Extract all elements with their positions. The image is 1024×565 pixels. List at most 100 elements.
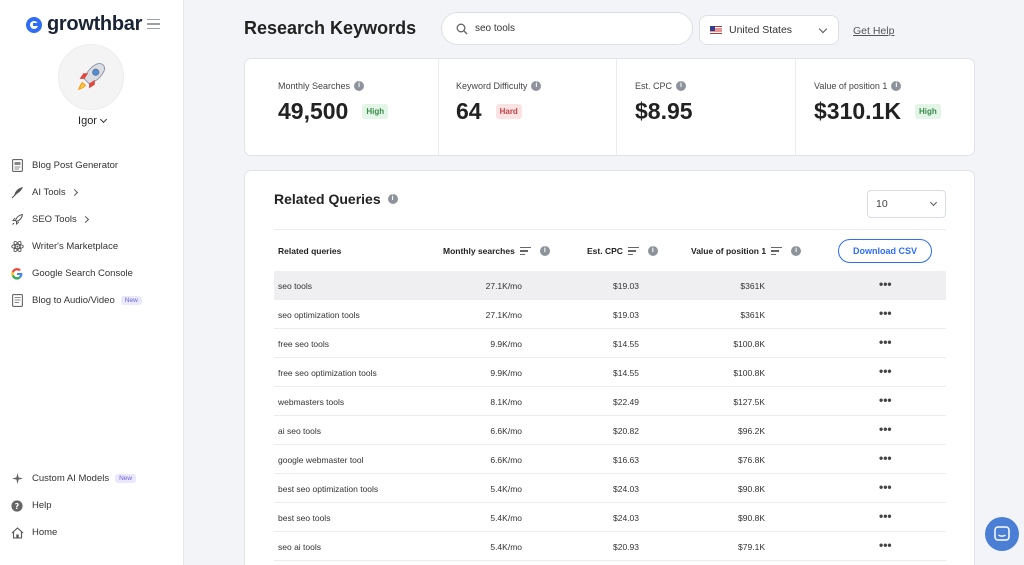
rocket-avatar-icon <box>77 63 105 91</box>
more-options-icon[interactable]: ••• <box>879 422 892 436</box>
sidebar-item-label: Google Search Console <box>32 268 133 279</box>
cpc-cell: $14.55 <box>613 368 639 378</box>
brand-logo[interactable]: growthbar <box>26 13 142 36</box>
sidebar-item-seo-tools[interactable]: SEO Tools <box>10 206 142 233</box>
sidebar-item-writers-marketplace[interactable]: Writer's Marketplace <box>10 233 142 260</box>
metric-label-wrap: Keyword Difficulty i <box>456 81 616 91</box>
info-icon[interactable]: i <box>676 81 687 91</box>
monthly-cell: 27.1K/mo <box>485 281 522 291</box>
sidebar-item-google-search-console[interactable]: Google Search Console <box>10 260 142 287</box>
info-icon[interactable]: i <box>647 246 658 256</box>
value-cell: $90.8K <box>738 484 765 494</box>
sidebar-item-label: Blog Post Generator <box>32 160 119 171</box>
info-icon[interactable]: i <box>354 81 365 91</box>
query-cell: seo optimization tools <box>278 310 360 320</box>
query-cell: google webmaster tool <box>278 455 364 465</box>
sort-icon[interactable] <box>519 247 531 255</box>
get-help-link[interactable]: Get Help <box>853 25 894 37</box>
info-icon[interactable]: i <box>791 246 802 256</box>
table-row[interactable]: best seo tools 5.4K/mo $24.03 $90.8K ••• <box>274 503 946 532</box>
sort-icon[interactable] <box>771 247 783 255</box>
new-badge: New <box>120 296 142 305</box>
table-row[interactable]: best seo optimization tools 5.4K/mo $24.… <box>274 474 946 503</box>
new-badge: New <box>115 474 137 483</box>
metric-label: Keyword Difficulty <box>456 81 528 91</box>
growthbar-logo-icon <box>26 16 42 33</box>
sidebar-item-label: AI Tools <box>32 187 66 198</box>
sidebar-item-home[interactable]: Home <box>10 519 136 546</box>
more-options-icon[interactable]: ••• <box>879 335 892 349</box>
table-row[interactable]: seo optimization tools 27.1K/mo $19.03 $… <box>274 300 946 329</box>
search-input[interactable] <box>475 23 675 34</box>
cpc-cell: $24.03 <box>613 513 639 523</box>
column-label: Related queries <box>278 246 342 256</box>
sidebar-item-ai-tools[interactable]: AI Tools <box>10 179 142 206</box>
metric-row: 64 Hard <box>456 98 616 125</box>
column-header-monthly[interactable]: Monthly searches i <box>443 246 550 256</box>
metric-row: $310.1K High <box>814 98 974 125</box>
more-options-icon[interactable]: ••• <box>879 480 892 494</box>
download-csv-button[interactable]: Download CSV <box>838 239 932 263</box>
sidebar-nav: Blog Post Generator AI Tools SEO Tools W… <box>10 152 142 314</box>
table-row[interactable]: webmasters tools 8.1K/mo $22.49 $127.5K … <box>274 387 946 416</box>
value-cell: $361K <box>740 310 765 320</box>
info-icon[interactable]: i <box>531 81 542 91</box>
metric-value: $310.1K <box>814 98 901 124</box>
more-options-icon[interactable]: ••• <box>879 451 892 465</box>
info-icon[interactable]: i <box>539 246 550 256</box>
value-cell: $79.1K <box>738 542 765 552</box>
sidebar-item-blog-post-generator[interactable]: Blog Post Generator <box>10 152 142 179</box>
query-cell: ai seo tools <box>278 426 321 436</box>
google-icon <box>10 267 24 281</box>
table-row[interactable]: seo ai tools 5.4K/mo $20.93 $79.1K ••• <box>274 532 946 561</box>
metric-row: $8.95 <box>635 98 795 125</box>
user-menu[interactable]: Igor <box>0 115 184 127</box>
query-cell: free seo tools <box>278 339 330 349</box>
metric-row: 49,500 High <box>278 98 438 125</box>
sidebar-item-custom-ai-models[interactable]: Custom AI Models New <box>10 465 137 492</box>
avatar[interactable] <box>58 44 124 110</box>
per-page-value: 10 <box>876 198 888 210</box>
per-page-select[interactable]: 10 <box>867 190 946 218</box>
search-icon <box>456 23 468 34</box>
more-options-icon[interactable]: ••• <box>879 393 892 407</box>
chat-launcher-button[interactable] <box>985 517 1019 551</box>
value-cell: $100.8K <box>733 339 765 349</box>
more-options-icon[interactable]: ••• <box>879 306 892 320</box>
sidebar-item-blog-to-audio-video[interactable]: Blog to Audio/Video New <box>10 287 142 314</box>
column-header-query: Related queries <box>278 246 341 256</box>
related-title-wrap: Related Queries i <box>274 191 398 207</box>
column-header-value[interactable]: Value of position 1 i <box>691 246 802 256</box>
sidebar-item-label: SEO Tools <box>32 214 77 225</box>
table-row[interactable]: free seo tools 9.9K/mo $14.55 $100.8K ••… <box>274 329 946 358</box>
monthly-cell: 5.4K/mo <box>490 542 522 552</box>
metric-label-wrap: Est. CPC i <box>635 81 795 91</box>
more-options-icon[interactable]: ••• <box>879 277 892 291</box>
metrics-card: Monthly Searches i 49,500 High Keyword D… <box>244 58 975 156</box>
info-icon[interactable]: i <box>387 194 398 204</box>
table-row[interactable]: free seo optimization tools 9.9K/mo $14.… <box>274 358 946 387</box>
column-header-cpc[interactable]: Est. CPC i <box>587 246 658 256</box>
info-icon[interactable]: i <box>891 81 902 91</box>
table-row[interactable]: seo tools 27.1K/mo $19.03 $361K ••• <box>274 271 946 300</box>
query-cell: best seo optimization tools <box>278 484 379 494</box>
sidebar: growthbar Igor Blog Post Generator AI To… <box>0 0 184 565</box>
country-select[interactable]: United States <box>699 15 839 45</box>
more-options-icon[interactable]: ••• <box>879 364 892 378</box>
cpc-cell: $14.55 <box>613 339 639 349</box>
sidebar-item-help[interactable]: ? Help <box>10 492 136 519</box>
more-options-icon[interactable]: ••• <box>879 509 892 523</box>
metric-label: Monthly Searches <box>278 81 351 91</box>
sort-icon[interactable] <box>627 247 639 255</box>
user-name-label: Igor <box>78 115 97 127</box>
sidebar-item-label: Custom AI Models <box>32 473 110 484</box>
monthly-cell: 9.9K/mo <box>490 368 522 378</box>
menu-toggle-icon[interactable] <box>147 19 160 29</box>
table-row[interactable]: google webmaster tool 6.6K/mo $16.63 $76… <box>274 445 946 474</box>
metric-label: Value of position 1 <box>814 81 888 91</box>
table-row[interactable]: ai seo tools 6.6K/mo $20.82 $96.2K ••• <box>274 416 946 445</box>
chevron-right-icon <box>70 188 78 197</box>
section-title: Related Queries <box>274 191 381 207</box>
more-options-icon[interactable]: ••• <box>879 538 892 552</box>
search-box[interactable] <box>441 12 693 45</box>
